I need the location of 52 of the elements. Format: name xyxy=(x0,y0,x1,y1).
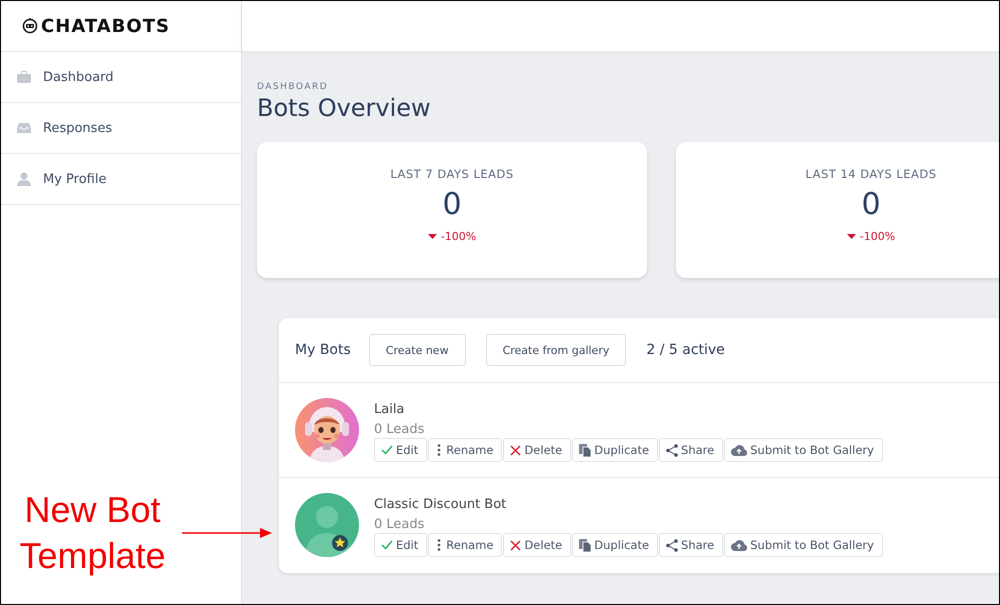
action-button[interactable]: Duplicate xyxy=(572,438,658,462)
down-triangle-icon xyxy=(846,234,856,239)
create-button[interactable]: Create new xyxy=(368,334,466,366)
sidebar-item[interactable]: Responses xyxy=(1,103,241,154)
bot-leads: 0 Leads xyxy=(374,517,426,532)
bot-name: Classic Discount Bot xyxy=(374,497,508,512)
stat-label: LAST 7 DAYS LEADS xyxy=(390,167,514,181)
stat-label: LAST 14 DAYS LEADS xyxy=(805,167,937,181)
action-button[interactable]: Edit xyxy=(374,438,428,462)
active-count: 2 / 5 active xyxy=(646,342,725,358)
stat-change: -100% xyxy=(440,230,476,243)
copy-icon xyxy=(579,444,592,456)
action-button[interactable]: Share xyxy=(659,533,724,557)
arrow-icon xyxy=(182,528,272,538)
stat-value: 0 xyxy=(442,187,462,222)
cloud-upload-icon xyxy=(731,540,748,550)
briefcase-icon xyxy=(17,71,31,83)
action-button[interactable]: Edit xyxy=(374,533,428,557)
dots-icon xyxy=(435,444,444,456)
action-button[interactable]: Duplicate xyxy=(572,533,658,557)
check-icon xyxy=(381,540,393,550)
annotation-text: New Bot Template xyxy=(18,488,167,578)
action-button[interactable]: Delete xyxy=(503,533,572,557)
close-icon xyxy=(510,444,522,456)
dots-icon xyxy=(435,539,444,551)
sidebar-item[interactable]: My Profile xyxy=(1,154,241,205)
bot-leads: 0 Leads xyxy=(374,422,426,437)
share-icon xyxy=(666,444,678,456)
action-button[interactable]: Submit to Bot Gallery xyxy=(724,533,883,557)
panel-title: My Bots xyxy=(295,342,351,358)
action-button[interactable]: Delete xyxy=(503,438,572,462)
create-button[interactable]: Create from gallery xyxy=(486,334,626,366)
page-title: Bots Overview xyxy=(257,94,432,122)
sidebar-item[interactable]: Dashboard xyxy=(1,52,241,103)
copy-icon xyxy=(579,538,592,552)
action-button[interactable]: Rename xyxy=(428,438,502,462)
stat-value: 0 xyxy=(861,187,881,222)
check-icon xyxy=(381,445,393,455)
cloud-upload-icon xyxy=(731,444,748,456)
breadcrumb: DASHBOARD xyxy=(257,82,330,92)
person-icon xyxy=(17,172,31,186)
inbox-icon xyxy=(17,123,31,133)
close-icon xyxy=(510,540,522,550)
action-button[interactable]: Submit to Bot Gallery xyxy=(724,438,883,462)
share-icon xyxy=(666,538,678,552)
logo-text: CHATABOTS xyxy=(41,16,170,36)
action-button[interactable]: Rename xyxy=(428,533,502,557)
down-triangle-icon xyxy=(428,234,437,239)
action-button[interactable]: Share xyxy=(659,438,724,462)
robot-logo-icon xyxy=(22,18,38,34)
stat-change: -100% xyxy=(860,230,896,243)
bot-name: Laila xyxy=(374,402,406,417)
